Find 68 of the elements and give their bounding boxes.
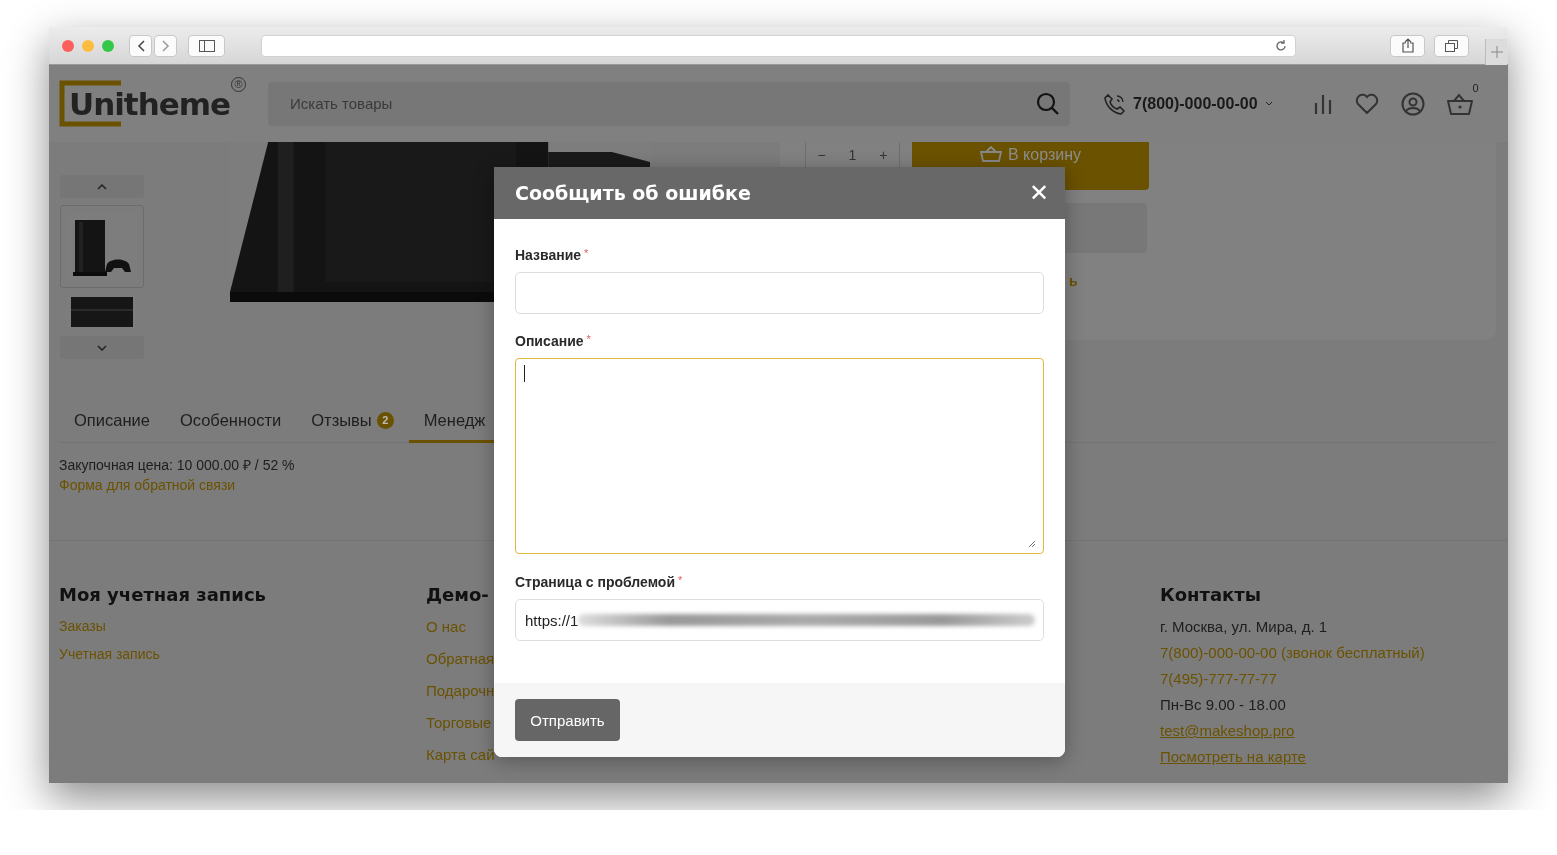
product-thumbnail[interactable] [60, 205, 144, 288]
submit-button[interactable]: Отправить [515, 699, 620, 741]
basket-icon[interactable] [1446, 92, 1473, 115]
back-icon [136, 39, 145, 52]
required-mark: * [586, 333, 591, 347]
field-label: Описание [515, 333, 584, 349]
column-heading: Демо- [426, 584, 489, 607]
tabs-button[interactable] [1434, 34, 1469, 57]
text-cursor [524, 365, 525, 382]
heart-icon[interactable] [1354, 93, 1379, 114]
footer-link[interactable]: О нас [426, 618, 466, 635]
resize-grip-icon[interactable] [1028, 540, 1035, 547]
footer-link[interactable]: Обратная [426, 650, 495, 667]
contact-text: г. Москва, ул. Мира, д. 1 [1160, 618, 1328, 635]
search-icon[interactable] [1036, 91, 1060, 116]
sidebar-button[interactable] [188, 34, 225, 57]
close-window-button[interactable] [62, 39, 74, 52]
basket-icon [980, 146, 1002, 162]
reload-icon[interactable] [1275, 39, 1287, 52]
footer-link[interactable]: Учетная запись [59, 646, 160, 663]
footer-link[interactable]: 7(800)-000-00-00 (звонок бесплатный) [1160, 644, 1425, 661]
tab[interactable]: Описание [59, 400, 165, 443]
phone-number[interactable]: 7(800)-000-00-00 [1133, 94, 1258, 113]
search-field[interactable]: Искать товары [288, 94, 1036, 113]
tabs-icon [1445, 39, 1458, 52]
link-fragment[interactable]: ь [1069, 273, 1078, 289]
footer-link[interactable]: Посмотреть на карте [1160, 748, 1306, 765]
dialog-title: Сообщить об ошибке [515, 182, 751, 204]
cart-count-label: 0 [1472, 81, 1479, 94]
phone-icon [1104, 92, 1126, 115]
logo[interactable]: Unitheme [59, 86, 231, 121]
column-heading: Моя учетная запись [59, 584, 266, 607]
footer-link[interactable]: 7(495)-777-77-77 [1160, 670, 1277, 687]
field-label: Название [515, 247, 582, 263]
feedback-form-link[interactable]: Форма для обратной связи [59, 477, 236, 493]
sidebar-icon [198, 39, 215, 52]
purchase-price: Закупочная цена: 10 000.00 ₽ / 52 % [59, 456, 295, 474]
share-button[interactable] [1390, 34, 1425, 57]
input-field[interactable] [515, 272, 1044, 314]
user-icon[interactable] [1400, 91, 1425, 116]
tab[interactable]: Особенности [164, 400, 297, 443]
required-mark: * [584, 247, 589, 261]
footer-link[interactable]: test@makeshop.pro [1160, 722, 1295, 739]
zoom-window-button[interactable] [102, 39, 114, 52]
forward-icon [161, 39, 170, 52]
field-label: Страница с проблемой [515, 574, 675, 590]
input-field[interactable]: https://1 [515, 599, 1044, 641]
chart-icon[interactable] [1312, 93, 1333, 114]
caret-icon[interactable] [1264, 101, 1273, 106]
address-field[interactable] [261, 34, 1296, 57]
plus-icon [1490, 45, 1503, 58]
column-heading: Контакты [1160, 584, 1262, 607]
footer-link[interactable]: Заказы [59, 618, 106, 635]
footer-link[interactable]: Подарочн [426, 682, 495, 699]
chevron-down-icon [97, 344, 107, 351]
quantity-value: 1 [848, 146, 857, 164]
footer-link[interactable]: Карта сай [426, 746, 495, 763]
contact-text: Пн-Вс 9.00 - 18.00 [1160, 696, 1286, 713]
plus-button[interactable]: + [879, 146, 888, 164]
tab[interactable]: Отзывы 2 [296, 400, 409, 443]
share-icon [1401, 38, 1414, 53]
chevron-up-icon [97, 183, 107, 190]
footer-link[interactable]: Торговые [426, 714, 492, 731]
minus-button[interactable]: − [817, 146, 826, 164]
back-button[interactable] [129, 34, 152, 57]
search-bar[interactable]: Искать товары [268, 81, 1070, 126]
required-mark: * [678, 574, 683, 588]
count-badge: 2 [376, 411, 394, 429]
